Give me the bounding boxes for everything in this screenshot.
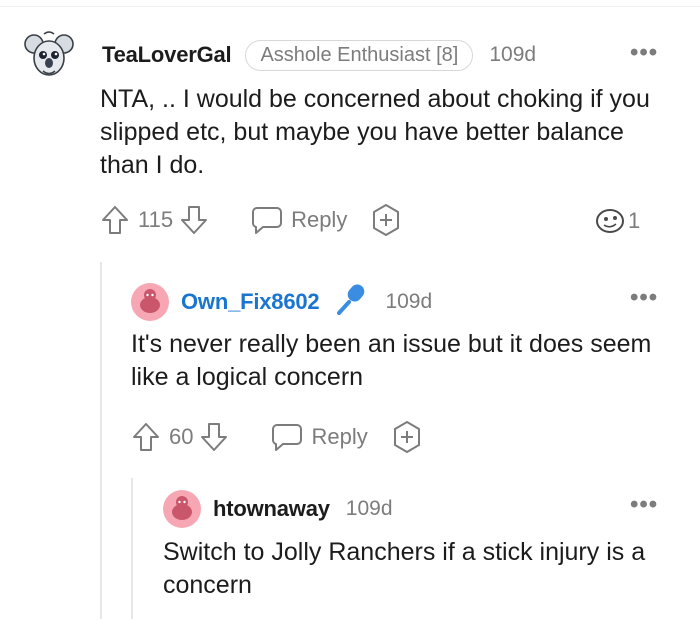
comment-actions: 115 Reply <box>100 203 403 237</box>
reply-button[interactable]: Reply <box>271 422 368 452</box>
more-options-button[interactable]: ••• <box>630 286 658 310</box>
comment-age: 109d <box>345 497 393 520</box>
plus-badge-icon <box>373 204 400 236</box>
upvote-icon[interactable] <box>131 421 161 453</box>
downvote-icon[interactable] <box>179 204 209 236</box>
thread-line-child[interactable] <box>131 478 133 619</box>
koala-avatar-icon <box>24 31 74 76</box>
user-flair: Asshole Enthusiast [8] <box>245 39 474 71</box>
comment-header: Own_Fix8602 109d <box>131 282 432 321</box>
comment-text: Switch to Jolly Ranchers if a stick inju… <box>163 538 646 599</box>
reply-label: Reply <box>311 424 368 449</box>
avatar[interactable] <box>131 282 169 321</box>
top-divider <box>0 6 700 7</box>
comment-header: TeaLoverGal Asshole Enthusiast [8] 109d <box>22 28 536 82</box>
comment-actions: 60 Reply <box>131 420 424 454</box>
thread-line-root[interactable] <box>100 262 102 619</box>
award-button[interactable] <box>390 420 424 454</box>
reactions[interactable]: 1 <box>594 206 640 236</box>
avatar[interactable] <box>163 490 201 528</box>
snoo-avatar-icon <box>163 490 201 528</box>
downvote-icon[interactable] <box>199 421 229 453</box>
upvote-icon[interactable] <box>100 204 130 236</box>
reply-label: Reply <box>291 207 348 232</box>
comment-text: NTA, .. I would be concerned about choki… <box>100 85 650 179</box>
chat-bubble-icon <box>272 424 303 451</box>
more-options-button[interactable]: ••• <box>630 493 658 517</box>
comment-header: htownaway 109d <box>163 490 393 528</box>
snoo-avatar-icon <box>131 282 169 321</box>
avatar[interactable] <box>22 28 76 82</box>
comment-age: 109d <box>489 43 537 66</box>
microphone-icon <box>335 282 369 321</box>
award-button[interactable] <box>369 203 403 237</box>
chat-bubble-icon <box>252 207 283 234</box>
reaction-count: 1 <box>628 208 641 233</box>
vote-score: 115 <box>138 207 174 232</box>
comment-text: It's never really been an issue but it d… <box>131 330 652 391</box>
reply-button[interactable]: Reply <box>251 205 347 235</box>
username[interactable]: Own_Fix8602 <box>181 289 320 315</box>
username[interactable]: htownaway <box>213 496 330 522</box>
face-reaction-icon <box>596 209 624 233</box>
more-options-button[interactable]: ••• <box>630 41 658 65</box>
username[interactable]: TeaLoverGal <box>102 42 232 68</box>
comment-age: 109d <box>385 289 433 313</box>
vote-score: 60 <box>169 424 194 449</box>
plus-badge-icon <box>393 421 420 453</box>
